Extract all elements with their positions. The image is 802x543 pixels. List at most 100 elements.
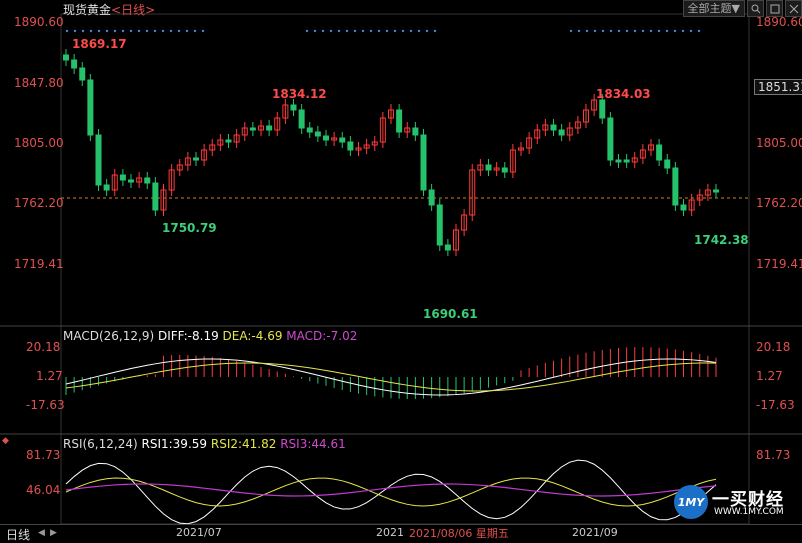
signal-dot	[113, 29, 117, 33]
instrument-name: 现货黄金	[63, 3, 112, 17]
signal-dot	[89, 29, 93, 33]
candle-body	[249, 127, 256, 131]
rsi-title: RSI(6,12,24) RSI1:39.59 RSI2:41.82 RSI3:…	[63, 437, 346, 451]
candle-body	[607, 117, 614, 161]
date-label: 2021	[376, 526, 404, 539]
date-label: 2021/07	[176, 526, 222, 539]
timeframe-label[interactable]: <日线>	[111, 3, 155, 17]
signal-dot	[161, 29, 165, 33]
signal-dot	[585, 29, 589, 33]
last-price-label: 1762.20	[756, 196, 802, 210]
low-annotation: 1690.61	[423, 307, 478, 321]
candle-body	[103, 184, 110, 191]
watermark-url: WWW.1MY.COM	[714, 507, 784, 517]
signal-dot	[185, 29, 189, 33]
rsi3-value: RSI3:44.61	[280, 437, 346, 451]
signal-dot	[129, 29, 133, 33]
signal-dot	[369, 29, 373, 33]
candle-body	[119, 174, 126, 181]
macd-dea: DEA:-4.69	[222, 329, 283, 343]
signal-dot	[65, 29, 69, 33]
candle-body	[656, 144, 663, 161]
signal-dot	[593, 29, 597, 33]
signal-dot	[689, 29, 693, 33]
candle-body	[347, 141, 354, 151]
macd-value: MACD:-7.02	[286, 329, 358, 343]
rsi1-line	[65, 459, 717, 525]
candle-body	[550, 124, 557, 131]
instrument-header: 现货黄金<日线>	[63, 1, 155, 18]
candle-body	[144, 177, 151, 184]
signal-dot	[105, 29, 109, 33]
rsi2-value: RSI2:41.82	[210, 437, 277, 451]
signal-dot	[385, 29, 389, 33]
signal-dot	[681, 29, 685, 33]
theme-button[interactable]: 全部主题▼	[682, 0, 745, 17]
date-label: 2021/09	[572, 526, 618, 539]
toolbar: 全部主题▼	[682, 0, 802, 17]
signal-dot	[153, 29, 157, 33]
macd-axis-label: 20.18	[26, 340, 61, 354]
signal-dot	[121, 29, 125, 33]
macd-name: MACD(26,12,9)	[63, 329, 155, 343]
signal-dot	[425, 29, 429, 33]
signal-dot	[321, 29, 325, 33]
candle-body	[339, 137, 346, 143]
candle-body	[420, 134, 427, 191]
signal-dot	[169, 29, 173, 33]
candle-body	[615, 159, 622, 163]
signal-dot	[601, 29, 605, 33]
signal-dot	[673, 29, 677, 33]
bottom-timeframe-label[interactable]: 日线	[6, 526, 30, 543]
current-price-marker: 1851.31	[754, 79, 802, 95]
next-arrow-icon[interactable]: ▶	[50, 528, 57, 538]
signal-dot	[641, 29, 645, 33]
signal-dot	[337, 29, 341, 33]
macd-title: MACD(26,12,9) DIFF:-8.19 DEA:-4.69 MACD:…	[63, 329, 357, 343]
macd-axis-label: -17.63	[756, 398, 795, 412]
candle-body	[314, 131, 321, 137]
candle-body	[193, 157, 199, 161]
right-price-label: 1890.60	[756, 15, 802, 29]
candle-body	[428, 189, 435, 206]
high-annotation: 1834.12	[272, 87, 327, 101]
rsi-axis-label: 81.73	[26, 448, 61, 462]
candle-body	[152, 182, 159, 211]
high-annotation: 1834.03	[596, 87, 651, 101]
signal-dot	[145, 29, 149, 33]
chart-canvas[interactable]	[0, 0, 802, 542]
left-price-label: 1805.00	[14, 136, 64, 150]
rsi-axis-label: 46.04	[26, 483, 61, 497]
prev-arrow-icon[interactable]: ◀	[38, 528, 45, 538]
watermark: 1MY 一买财经 WWW.1MY.COM	[674, 485, 802, 521]
signal-dot	[361, 29, 365, 33]
low-annotation: 1742.38	[694, 233, 749, 247]
panel-marker-icon: ◆	[2, 436, 9, 446]
signal-dot	[305, 29, 309, 33]
candle-body	[71, 59, 78, 69]
candle-body	[501, 167, 508, 173]
candle-body	[436, 204, 443, 246]
macd-axis-label: 1.27	[756, 369, 783, 383]
candle-body	[225, 139, 232, 143]
signal-dot	[73, 29, 77, 33]
candle-body	[664, 159, 671, 169]
signal-dot	[353, 29, 357, 33]
high-annotation: 1869.17	[72, 37, 127, 51]
candle-body	[290, 104, 297, 111]
candle-body	[323, 135, 329, 141]
signal-dot	[665, 29, 669, 33]
candle-body	[95, 134, 102, 186]
rsi1-value: RSI1:39.59	[141, 437, 208, 451]
signal-dot	[417, 29, 421, 33]
low-annotation: 1750.79	[162, 221, 217, 235]
signal-dot	[401, 29, 405, 33]
signal-dot	[657, 29, 661, 33]
signal-dot	[393, 29, 397, 33]
signal-dot	[625, 29, 629, 33]
candle-body	[485, 164, 492, 171]
right-price-label: 1805.00	[756, 136, 802, 150]
signal-dot	[329, 29, 333, 33]
signal-dot	[697, 29, 701, 33]
candle-body	[79, 67, 86, 81]
